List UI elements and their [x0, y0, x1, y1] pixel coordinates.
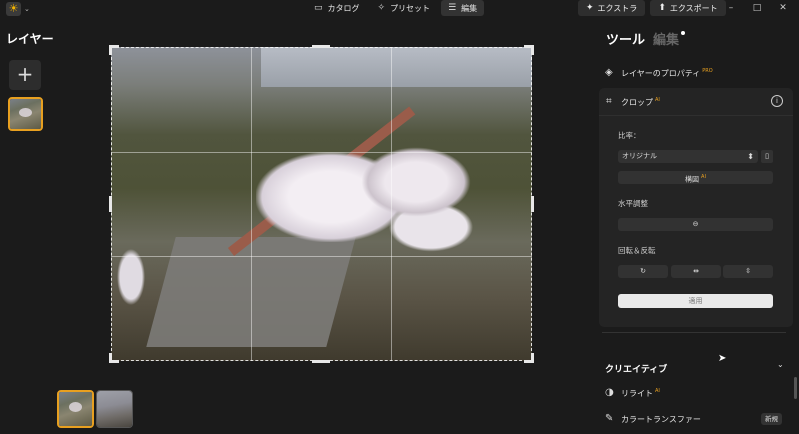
sparkle-wand-icon: ✧	[377, 3, 386, 13]
straighten-label: 水平調整	[618, 199, 648, 208]
straighten-button[interactable]: ⊖	[618, 218, 773, 231]
app-menu-button[interactable]: ☀ ⌄	[6, 1, 36, 16]
mouse-cursor-icon: ➤	[718, 353, 727, 364]
info-icon[interactable]: i	[771, 95, 783, 107]
layer-thumbnail[interactable]	[8, 97, 43, 131]
layer-properties-row[interactable]: レイヤーのプロパティ PRO	[621, 68, 713, 79]
tab-tools[interactable]: ツール	[606, 29, 645, 48]
close-button[interactable]: ✕	[770, 0, 796, 17]
divider	[602, 332, 786, 333]
crop-handle-bottom-left[interactable]	[109, 353, 112, 363]
chevron-down-icon[interactable]: ⌄	[777, 360, 784, 369]
flip-horizontal-icon: ⇹	[693, 267, 699, 275]
apply-button[interactable]: 適用	[618, 294, 773, 308]
color-transfer-row[interactable]: カラートランスファー	[621, 414, 701, 425]
layer-thumbnail-image	[10, 99, 41, 129]
tab-catalog[interactable]: ▭ カタログ	[307, 0, 367, 16]
add-layer-button[interactable]: +	[9, 60, 41, 90]
filmstrip-image	[59, 392, 92, 426]
crop-handle-bottom-right[interactable]	[531, 353, 534, 363]
export-label: エクスポート	[669, 3, 718, 13]
new-badge: 新規	[761, 413, 782, 425]
ratio-value: オリジナル	[622, 152, 657, 160]
tab-edit-panel[interactable]: 編集	[653, 29, 679, 48]
ai-badge: AI	[701, 174, 706, 180]
chevron-down-icon: ⌄	[24, 4, 30, 13]
palette-transfer-icon: ✎	[605, 413, 614, 424]
crop-handle-right[interactable]	[531, 196, 534, 212]
tools-panel-header: ツール 編集	[606, 29, 686, 48]
ratio-label: 比率：	[618, 131, 641, 140]
crop-label: クロップ	[621, 98, 653, 107]
layers-icon: ◈	[605, 67, 613, 78]
sun-icon: ☀	[6, 1, 21, 16]
crop-handle-bottom[interactable]	[312, 360, 330, 363]
rotate-flip-label: 回転＆反転	[618, 246, 656, 255]
chevron-updown-icon: ⬍	[747, 152, 754, 161]
tab-edit[interactable]: ☰ 編集	[441, 0, 485, 16]
flip-vertical-button[interactable]: ⇳	[723, 265, 773, 278]
orientation-toggle-button[interactable]: ▯	[761, 150, 773, 163]
color-transfer-label: カラートランスファー	[621, 415, 701, 424]
orientation-icon: ▯	[765, 152, 769, 160]
crop-handle-left[interactable]	[109, 196, 112, 212]
crop-handle-top[interactable]	[312, 45, 330, 48]
sliders-icon: ☰	[448, 3, 457, 13]
mode-tabs: ▭ カタログ ✧ プリセット ☰ 編集	[307, 0, 485, 17]
crop-title: クロップ AI	[621, 97, 660, 108]
ai-badge: AI	[655, 388, 660, 395]
export-button[interactable]: ⬆ エクスポート	[650, 0, 726, 16]
rotate-button[interactable]: ↻	[618, 265, 668, 278]
creative-section-title[interactable]: クリエイティブ	[605, 362, 667, 375]
layer-properties-label: レイヤーのプロパティ	[621, 69, 701, 78]
extras-label: エクストラ	[597, 3, 638, 13]
crop-handle-top-right[interactable]	[531, 45, 534, 55]
minimize-button[interactable]: –	[718, 0, 744, 17]
panel-scrollbar[interactable]	[794, 377, 797, 399]
extras-button[interactable]: ✦ エクストラ	[578, 0, 646, 16]
filmstrip-thumbnail-selected[interactable]	[57, 390, 94, 428]
flip-vertical-icon: ⇳	[745, 267, 751, 275]
filmstrip-thumbnail[interactable]	[96, 390, 133, 428]
crop-tool-panel: ⌗ クロップ AI i 比率： オリジナル ⬍ ▯ 構図 AI 水平調整 ⊖ 回転＆…	[599, 88, 793, 327]
upload-icon: ⬆	[658, 3, 666, 13]
level-icon: ⊖	[692, 220, 699, 228]
crop-icon: ⌗	[606, 96, 612, 107]
folder-icon: ▭	[314, 3, 323, 13]
maximize-button[interactable]: □	[744, 0, 770, 17]
crop-tool-header[interactable]: ⌗ クロップ AI i	[599, 88, 793, 116]
relight-icon: ◑	[605, 387, 614, 398]
export-actions: ✦ エクストラ ⬆ エクスポート	[578, 0, 726, 17]
rotate-icon: ↻	[640, 267, 646, 275]
ratio-select[interactable]: オリジナル ⬍	[618, 150, 758, 163]
sparkle-icon: ✦	[586, 3, 594, 13]
tab-edit-label: 編集	[461, 3, 478, 13]
title-bar: ☀ ⌄ ▭ カタログ ✧ プリセット ☰ 編集 ✦ エクストラ ⬆ エクスポート…	[0, 0, 799, 17]
tab-presets[interactable]: ✧ プリセット	[371, 0, 438, 16]
relight-label: リライト	[621, 389, 653, 398]
flip-horizontal-button[interactable]: ⇹	[671, 265, 721, 278]
crop-handle-top-left[interactable]	[109, 45, 112, 55]
notification-dot	[681, 31, 686, 35]
composition-button[interactable]: 構図 AI	[618, 171, 773, 184]
tab-catalog-label: カタログ	[327, 3, 360, 13]
ai-badge: AI	[655, 97, 660, 104]
relight-row[interactable]: リライト AI	[621, 388, 660, 399]
tab-presets-label: プリセット	[390, 3, 431, 13]
layers-title: レイヤー	[6, 32, 54, 46]
crop-frame[interactable]	[111, 47, 532, 361]
composition-label: 構図	[685, 175, 700, 184]
filmstrip-image	[97, 391, 132, 427]
pro-badge: PRO	[702, 68, 713, 75]
